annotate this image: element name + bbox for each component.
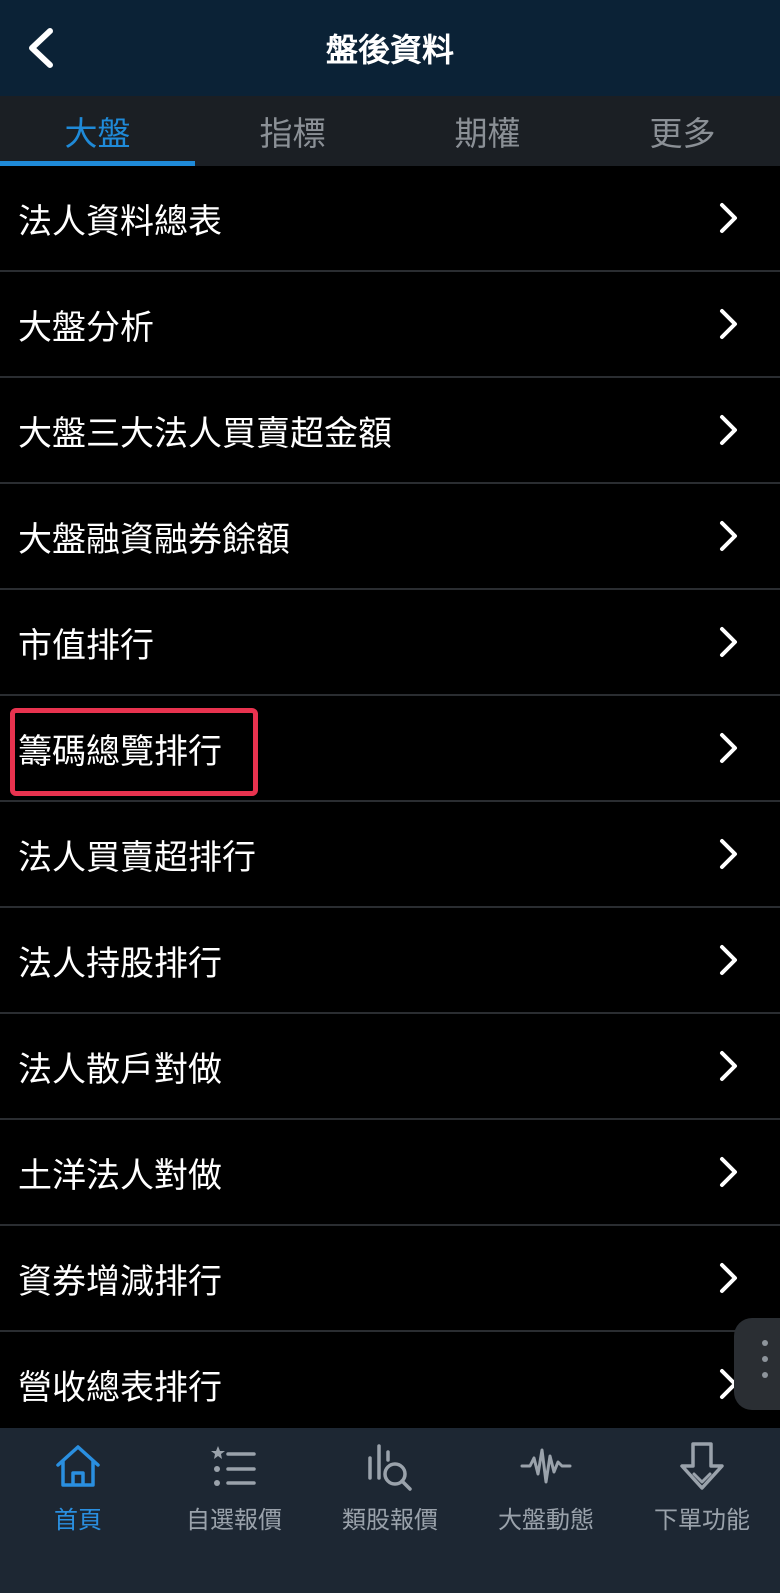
tab-market[interactable]: 大盤 bbox=[0, 96, 195, 166]
list-item[interactable]: 大盤分析 bbox=[0, 272, 780, 378]
list-item-label: 資券增減排行 bbox=[18, 1261, 222, 1302]
list-item-label: 法人資料總表 bbox=[18, 201, 222, 242]
chevron-right-icon bbox=[720, 1263, 737, 1293]
chevron-right-icon bbox=[720, 733, 737, 763]
page-title: 盤後資料 bbox=[325, 31, 454, 69]
highlight-box bbox=[10, 708, 258, 796]
list-item-label: 大盤三大法人買賣超金額 bbox=[18, 413, 392, 454]
list-item-label: 土洋法人對做 bbox=[18, 1155, 222, 1196]
floating-menu-handle[interactable] bbox=[734, 1318, 780, 1410]
tabbar-item-sector[interactable]: 類股報價 bbox=[312, 1428, 468, 1593]
menu-list: 法人資料總表 大盤分析 大盤三大法人買賣超金額 大盤融資融券餘額 市值排行 籌碼… bbox=[0, 166, 780, 1438]
list-item-label: 營收總表排行 bbox=[18, 1367, 222, 1408]
list-item[interactable]: 營收總表排行 bbox=[0, 1332, 780, 1438]
tabbar-item-watchlist[interactable]: 自選報價 bbox=[156, 1428, 312, 1593]
home-icon bbox=[56, 1445, 100, 1487]
list-item[interactable]: 法人買賣超排行 bbox=[0, 802, 780, 908]
list-item[interactable]: 法人持股排行 bbox=[0, 908, 780, 1014]
list-item[interactable]: 法人散戶對做 bbox=[0, 1014, 780, 1120]
tabbar-label: 首頁 bbox=[54, 1506, 102, 1534]
list-item-label: 大盤分析 bbox=[18, 307, 154, 348]
list-item[interactable]: 法人資料總表 bbox=[0, 166, 780, 272]
list-item[interactable]: 土洋法人對做 bbox=[0, 1120, 780, 1226]
chevron-right-icon bbox=[720, 203, 737, 233]
list-item[interactable]: 市值排行 bbox=[0, 590, 780, 696]
tab-strip: 大盤 指標 期權 更多 bbox=[0, 96, 780, 166]
tabbar-label: 大盤動態 bbox=[498, 1506, 594, 1534]
list-item-label: 市值排行 bbox=[18, 625, 154, 666]
tabbar-item-home[interactable]: 首頁 bbox=[0, 1428, 156, 1593]
list-item-label: 大盤融資融券餘額 bbox=[18, 519, 290, 560]
list-item-highlighted[interactable]: 籌碼總覽排行 bbox=[0, 696, 780, 802]
list-item[interactable]: 大盤三大法人買賣超金額 bbox=[0, 378, 780, 484]
star-list-icon bbox=[211, 1446, 256, 1486]
chevron-right-icon bbox=[720, 309, 737, 339]
tabbar-item-order[interactable]: 下單功能 bbox=[624, 1428, 780, 1593]
top-bar: 盤後資料 bbox=[0, 0, 780, 96]
chevron-right-icon bbox=[720, 627, 737, 657]
chevron-right-icon bbox=[720, 839, 737, 869]
order-arrow-icon bbox=[680, 1442, 724, 1490]
tab-indicators[interactable]: 指標 bbox=[195, 96, 390, 166]
tabbar-item-market-trend[interactable]: 大盤動態 bbox=[468, 1428, 624, 1593]
tabbar-label: 自選報價 bbox=[186, 1506, 282, 1534]
list-item-label: 法人散戶對做 bbox=[18, 1049, 222, 1090]
chevron-right-icon bbox=[720, 415, 737, 445]
list-item-label: 法人買賣超排行 bbox=[18, 837, 256, 878]
more-dots-icon bbox=[762, 1340, 768, 1388]
tab-options[interactable]: 期權 bbox=[390, 96, 585, 166]
chevron-right-icon bbox=[720, 945, 737, 975]
list-item-label: 法人持股排行 bbox=[18, 943, 222, 984]
list-item[interactable]: 大盤融資融券餘額 bbox=[0, 484, 780, 590]
chevron-right-icon bbox=[720, 1051, 737, 1081]
sector-search-icon bbox=[368, 1444, 412, 1491]
list-item[interactable]: 資券增減排行 bbox=[0, 1226, 780, 1332]
waveform-icon bbox=[520, 1448, 572, 1484]
chevron-right-icon bbox=[720, 521, 737, 551]
tabbar-label: 下單功能 bbox=[654, 1506, 750, 1534]
tabbar-label: 類股報價 bbox=[342, 1506, 438, 1534]
chevron-right-icon bbox=[720, 1157, 737, 1187]
bottom-tab-bar: 首頁 自選報價 類股報價 大盤動態 下單功能 bbox=[0, 1428, 780, 1593]
tab-more[interactable]: 更多 bbox=[585, 96, 780, 166]
